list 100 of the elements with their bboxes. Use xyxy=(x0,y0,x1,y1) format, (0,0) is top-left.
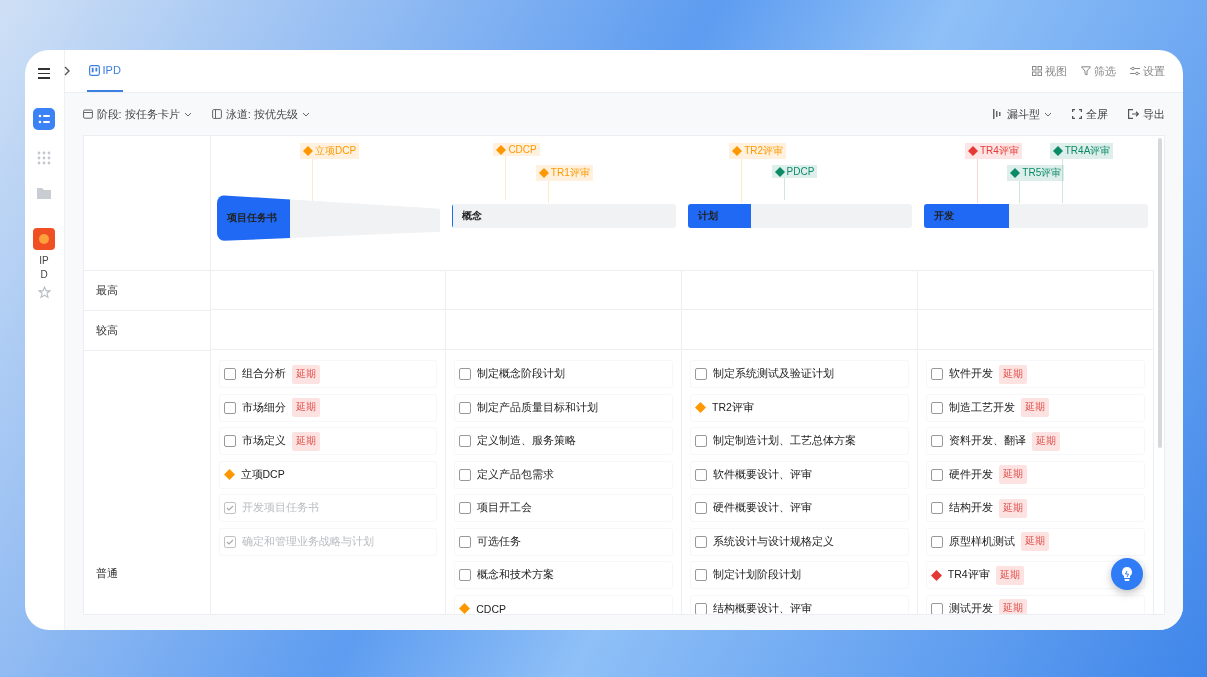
task-card[interactable]: 概念和技术方案 xyxy=(454,561,673,589)
task-card[interactable]: 测试开发 延期 xyxy=(925,594,1145,614)
lane-label: 较高 xyxy=(95,323,118,338)
task-card[interactable]: 可选任务 xyxy=(454,527,673,556)
checkbox[interactable] xyxy=(459,535,472,548)
view-mode-dropdown[interactable]: 漏斗型 xyxy=(992,106,1052,122)
overdue-badge: 延期 xyxy=(998,364,1027,384)
task-card[interactable]: 软件开发 延期 xyxy=(925,360,1145,388)
checkbox[interactable] xyxy=(930,468,943,481)
checkbox[interactable] xyxy=(223,368,236,380)
chevron-right-icon[interactable] xyxy=(62,66,71,76)
task-card[interactable]: 组合分析 延期 xyxy=(218,360,438,388)
task-name: 项目开工会 xyxy=(477,501,533,515)
checkbox[interactable] xyxy=(223,435,236,447)
task-card[interactable]: 结构开发 延期 xyxy=(925,494,1145,522)
task-card[interactable]: 资料开发、翻译 延期 xyxy=(925,427,1145,455)
export-icon xyxy=(1127,109,1139,119)
checkbox[interactable] xyxy=(930,502,943,514)
task-name: 概念和技术方案 xyxy=(477,568,555,582)
task-card[interactable]: 制定概念阶段计划 xyxy=(454,360,673,388)
checkbox[interactable] xyxy=(695,368,707,380)
milestone-tag[interactable]: PDCP xyxy=(771,165,818,178)
task-name: 市场细分 xyxy=(241,400,286,415)
checkbox[interactable] xyxy=(930,535,943,548)
task-name: 制定产品质量目标和计划 xyxy=(477,400,599,415)
columns-icon xyxy=(211,109,222,119)
task-card[interactable]: 软件概要设计、评审 xyxy=(690,460,909,489)
task-list-icon[interactable] xyxy=(33,107,55,130)
filter-icon xyxy=(1080,66,1091,76)
task-card[interactable]: 系统设计与设计规格定义 xyxy=(690,527,909,556)
task-name: 制定概念阶段计划 xyxy=(477,367,566,381)
header-action[interactable]: 筛选 xyxy=(1080,63,1116,79)
task-name: 市场定义 xyxy=(241,434,286,448)
checkbox[interactable] xyxy=(695,535,707,548)
milestone-tag[interactable]: TR4评审 xyxy=(964,143,1022,159)
task-card[interactable]: 项目开工会 xyxy=(454,494,673,522)
overdue-badge: 延期 xyxy=(998,465,1027,484)
checkbox[interactable] xyxy=(459,435,472,447)
header-action[interactable]: 设置 xyxy=(1129,63,1165,79)
checkbox[interactable] xyxy=(459,569,472,581)
header-action[interactable]: 视图 xyxy=(1031,63,1067,79)
grid-dots-icon[interactable] xyxy=(36,149,52,166)
checkbox[interactable] xyxy=(930,401,943,414)
stage-name: 开发 xyxy=(933,209,954,223)
checkbox[interactable] xyxy=(459,468,472,481)
checkbox[interactable] xyxy=(695,468,707,481)
checkbox[interactable] xyxy=(459,368,472,380)
task-card[interactable]: 硬件概要设计、评审 xyxy=(690,494,909,522)
milestone-tag[interactable]: TR4A评审 xyxy=(1049,143,1114,159)
task-name: 确定和管理业务战略与计划 xyxy=(241,534,374,549)
milestone-name: TR4评审 xyxy=(947,568,990,582)
vertical-scrollbar[interactable] xyxy=(1157,138,1162,448)
star-icon[interactable] xyxy=(37,285,51,299)
app-icon[interactable] xyxy=(33,227,55,250)
checkbox[interactable] xyxy=(695,569,707,581)
checkbox[interactable] xyxy=(695,435,707,447)
checkbox[interactable] xyxy=(459,401,472,414)
task-card[interactable]: 制定计划阶段计划 xyxy=(690,561,909,589)
checkbox[interactable] xyxy=(459,502,472,514)
task-card[interactable]: 定义产品包需求 xyxy=(454,460,673,489)
toolbar-dropdown[interactable]: 阶段: 按任务卡片 xyxy=(82,106,192,122)
milestone-tag[interactable]: TR5评审 xyxy=(1007,165,1065,181)
task-card[interactable]: CDCP xyxy=(454,594,673,614)
menu-icon[interactable] xyxy=(38,66,50,81)
task-card[interactable]: 立项DCP xyxy=(218,460,438,489)
task-card[interactable]: 市场定义 延期 xyxy=(218,427,438,455)
task-card[interactable]: 市场细分 延期 xyxy=(218,393,438,422)
overdue-badge: 延期 xyxy=(1020,532,1049,551)
checkbox[interactable] xyxy=(223,401,236,414)
task-name: 软件开发 xyxy=(948,367,993,381)
task-card[interactable]: 定义制造、服务策略 xyxy=(454,427,673,455)
task-card[interactable]: 制定系统测试及验证计划 xyxy=(690,360,909,388)
export-button[interactable]: 导出 xyxy=(1127,106,1165,122)
checkbox[interactable] xyxy=(930,368,943,380)
task-card[interactable]: 制定产品质量目标和计划 xyxy=(454,393,673,422)
overdue-badge: 延期 xyxy=(1031,431,1060,451)
task-card[interactable]: 结构概要设计、评审 xyxy=(690,594,909,614)
stage-bar[interactable]: 概念 xyxy=(452,204,676,228)
task-card[interactable]: 制定制造计划、工艺总体方案 xyxy=(690,427,909,455)
caret-icon xyxy=(183,111,192,117)
task-card[interactable]: 原型样机测试 延期 xyxy=(925,527,1145,556)
folder-icon[interactable] xyxy=(36,185,52,200)
checkbox[interactable] xyxy=(695,602,707,614)
task-name: 硬件开发 xyxy=(948,467,993,482)
caret-icon xyxy=(301,111,310,117)
task-card[interactable]: 硬件开发 延期 xyxy=(925,460,1145,489)
task-name: 可选任务 xyxy=(477,534,522,549)
board-icon xyxy=(88,64,100,76)
checkbox[interactable] xyxy=(695,502,707,514)
task-card[interactable]: TR2评审 xyxy=(690,393,909,422)
checkbox[interactable] xyxy=(930,602,943,614)
checkbox[interactable] xyxy=(223,502,236,514)
overdue-badge: 延期 xyxy=(291,364,320,384)
overdue-badge: 延期 xyxy=(1020,398,1049,417)
task-name: 开发项目任务书 xyxy=(241,501,319,515)
checkbox[interactable] xyxy=(930,435,943,447)
task-card[interactable]: 制造工艺开发 延期 xyxy=(925,393,1145,422)
checkbox[interactable] xyxy=(223,535,236,548)
toolbar-dropdown[interactable]: 泳道: 按优先级 xyxy=(211,106,310,122)
fullscreen-button[interactable]: 全屏 xyxy=(1071,106,1108,122)
